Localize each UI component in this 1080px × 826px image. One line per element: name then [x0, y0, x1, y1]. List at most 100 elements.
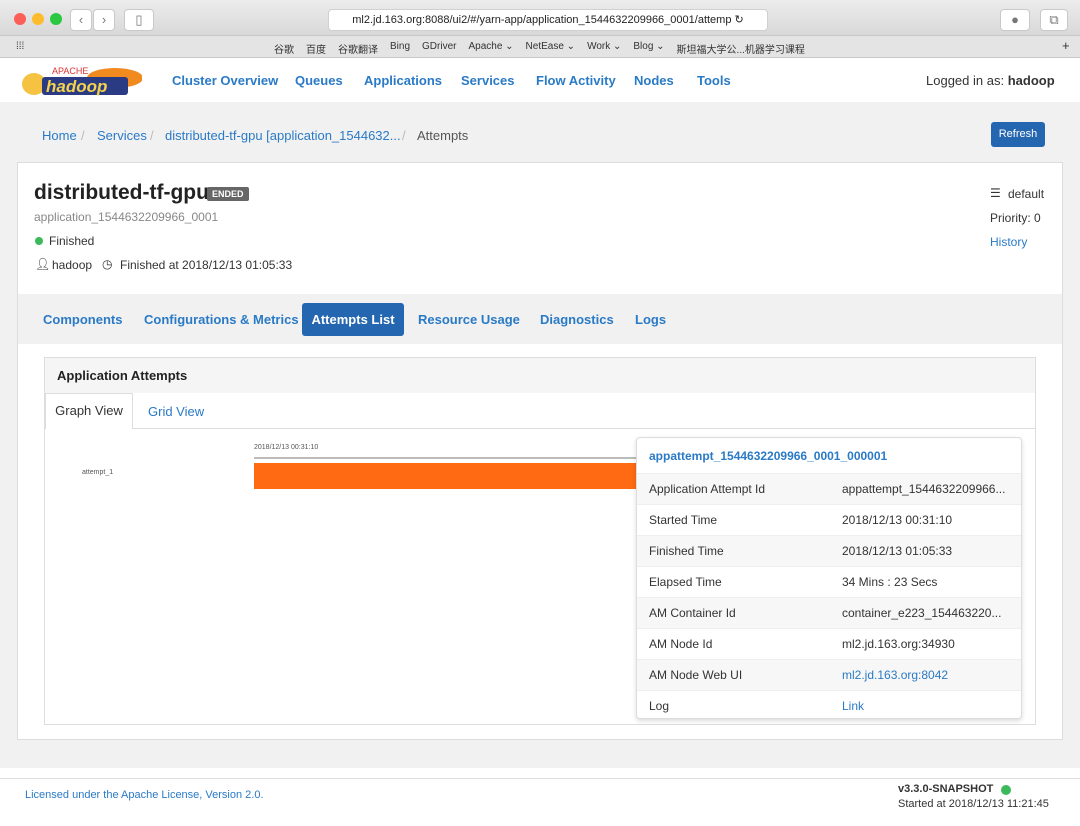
nav-nodes[interactable]: Nodes: [634, 73, 674, 88]
bookmark-item[interactable]: Blog ⌄: [633, 41, 664, 56]
panel-title: Application Attempts: [45, 358, 1035, 393]
user-icon: 👤︎: [35, 257, 51, 271]
subtab-graph-view[interactable]: Graph View: [45, 393, 133, 429]
attempt-label: attempt_1: [82, 469, 114, 476]
status-dot-icon: [35, 237, 43, 245]
zoom-window-button[interactable]: [50, 13, 62, 25]
app-status: Finished: [49, 234, 95, 248]
history-link[interactable]: History: [990, 235, 1027, 249]
refresh-button[interactable]: Refresh: [991, 122, 1045, 147]
info-key: AM Node Id: [649, 637, 713, 651]
breadcrumb-attempts: Attempts: [417, 128, 469, 143]
clock-icon: ◷: [102, 257, 113, 271]
info-row: Application Attempt Id appattempt_1544632…: [637, 473, 1021, 504]
info-value: container_e223_154463220...: [842, 606, 1002, 620]
nav-flow-activity[interactable]: Flow Activity: [536, 73, 616, 88]
footer: Licensed under the Apache License, Versi…: [0, 778, 1080, 826]
info-key: Finished Time: [649, 544, 724, 558]
nav-applications[interactable]: Applications: [364, 73, 442, 88]
info-value: 34 Mins : 23 Secs: [842, 575, 938, 589]
url-text: ml2.jd.163.org:8088/ui2/#/yarn-app/appli…: [352, 14, 732, 26]
timeline-axis: [254, 457, 638, 459]
top-nav: hadoop APACHE Cluster Overview Queues Ap…: [0, 58, 1080, 102]
attempt-bar[interactable]: [254, 463, 638, 489]
bookmark-item[interactable]: NetEase ⌄: [526, 41, 576, 56]
nav-tools[interactable]: Tools: [697, 73, 731, 88]
license-link[interactable]: Licensed under the Apache License, Versi…: [25, 789, 264, 801]
queue-name: default: [1008, 187, 1045, 201]
logged-in-label: Logged in as: hadoop: [926, 73, 1055, 88]
breadcrumb-app[interactable]: distributed-tf-gpu [application_1544632.…: [165, 128, 401, 143]
bookmark-item[interactable]: 斯坦福大学公...机器学习课程: [677, 41, 805, 56]
url-bar[interactable]: ml2.jd.163.org:8088/ui2/#/yarn-app/appli…: [328, 9, 768, 31]
info-row: Log Link: [637, 690, 1021, 721]
grid-icon[interactable]: ⁞⁞⁞: [16, 41, 24, 52]
sidebar-toggle-icon[interactable]: ▯: [124, 9, 154, 31]
attempt-info-popup: appattempt_1544632209966_0001_000001 App…: [636, 437, 1022, 719]
svg-text:hadoop: hadoop: [46, 77, 107, 96]
bookmark-item[interactable]: 百度: [306, 41, 326, 56]
close-window-button[interactable]: [14, 13, 26, 25]
status-badge: ENDED: [207, 187, 249, 201]
subtab-grid-view[interactable]: Grid View: [148, 404, 204, 419]
nav-cluster-overview[interactable]: Cluster Overview: [172, 73, 278, 88]
info-value: 2018/12/13 01:05:33: [842, 544, 953, 558]
timeline-start-label: 2018/12/13 00:31:10: [254, 444, 319, 451]
bookmarks-bar: ⁞⁞⁞ 谷歌 百度 谷歌翻译 Bing GDriver Apache ⌄ NetEase ⌄…: [0, 36, 1080, 58]
info-row: Started Time 2018/12/13 00:31:10: [637, 504, 1021, 535]
status-dot-icon: [1001, 785, 1011, 795]
bookmark-item[interactable]: Bing: [390, 41, 410, 56]
queue-icon: ☰: [990, 186, 1001, 200]
browser-titlebar: ‹ › ▯ ml2.jd.163.org:8088/ui2/#/yarn-app…: [0, 0, 1080, 36]
app-id: application_1544632209966_0001: [34, 210, 219, 224]
svg-text:APACHE: APACHE: [52, 66, 88, 76]
bookmark-item[interactable]: Work ⌄: [587, 41, 621, 56]
breadcrumb-home[interactable]: Home: [42, 128, 77, 143]
back-button[interactable]: ‹: [70, 9, 92, 31]
info-key: Elapsed Time: [649, 575, 722, 589]
breadcrumb-services[interactable]: Services: [97, 128, 147, 143]
info-key: AM Container Id: [649, 606, 736, 620]
tab-logs[interactable]: Logs: [635, 312, 666, 327]
tab-attempts-list[interactable]: Attempts List: [302, 303, 404, 336]
bookmark-item[interactable]: Apache ⌄: [468, 41, 513, 56]
breadcrumb-separator: /: [402, 128, 406, 143]
tab-configurations-metrics[interactable]: Configurations & Metrics: [144, 312, 299, 327]
started-time: Started at 2018/12/13 11:21:45: [898, 798, 1049, 810]
bookmark-item[interactable]: 谷歌翻译: [338, 41, 378, 56]
tabs-overview-icon[interactable]: ⧉: [1040, 9, 1068, 31]
info-key: Started Time: [649, 513, 718, 527]
add-icon[interactable]: +: [1062, 38, 1070, 53]
info-link[interactable]: Link: [842, 691, 864, 722]
reload-icon[interactable]: ↻: [735, 14, 744, 26]
minimize-window-button[interactable]: [32, 13, 44, 25]
attempt-title-link[interactable]: appattempt_1544632209966_0001_000001: [649, 449, 887, 463]
username: hadoop: [1007, 73, 1055, 88]
info-row: AM Container Id container_e223_154463220.…: [637, 597, 1021, 628]
breadcrumb-separator: /: [81, 128, 85, 143]
bookmark-item[interactable]: 谷歌: [274, 41, 294, 56]
nav-queues[interactable]: Queues: [295, 73, 343, 88]
hadoop-logo[interactable]: hadoop APACHE: [20, 64, 142, 98]
finished-time: Finished at 2018/12/13 01:05:33: [120, 258, 293, 272]
bookmark-item[interactable]: GDriver: [422, 41, 456, 56]
priority: Priority: 0: [990, 211, 1041, 225]
forward-button[interactable]: ›: [93, 9, 115, 31]
tab-diagnostics[interactable]: Diagnostics: [540, 312, 614, 327]
info-key: Log: [649, 699, 670, 713]
nav-services[interactable]: Services: [461, 73, 515, 88]
app-user: hadoop: [52, 258, 93, 272]
breadcrumb-separator: /: [150, 128, 154, 143]
tab-components[interactable]: Components: [43, 312, 122, 327]
info-link[interactable]: ml2.jd.163.org:8042: [842, 660, 948, 691]
info-row: AM Node Id ml2.jd.163.org:34930: [637, 628, 1021, 659]
info-key: Application Attempt Id: [649, 482, 766, 496]
info-row: Finished Time 2018/12/13 01:05:33: [637, 535, 1021, 566]
adblock-icon[interactable]: ●: [1000, 9, 1030, 31]
info-value: ml2.jd.163.org:34930: [842, 637, 955, 651]
info-row: AM Node Web UI ml2.jd.163.org:8042: [637, 659, 1021, 690]
info-value: 2018/12/13 00:31:10: [842, 513, 953, 527]
tab-resource-usage[interactable]: Resource Usage: [418, 312, 520, 327]
info-value: appattempt_1544632209966...: [842, 482, 1006, 496]
app-name: distributed-tf-gpu: [34, 181, 209, 204]
